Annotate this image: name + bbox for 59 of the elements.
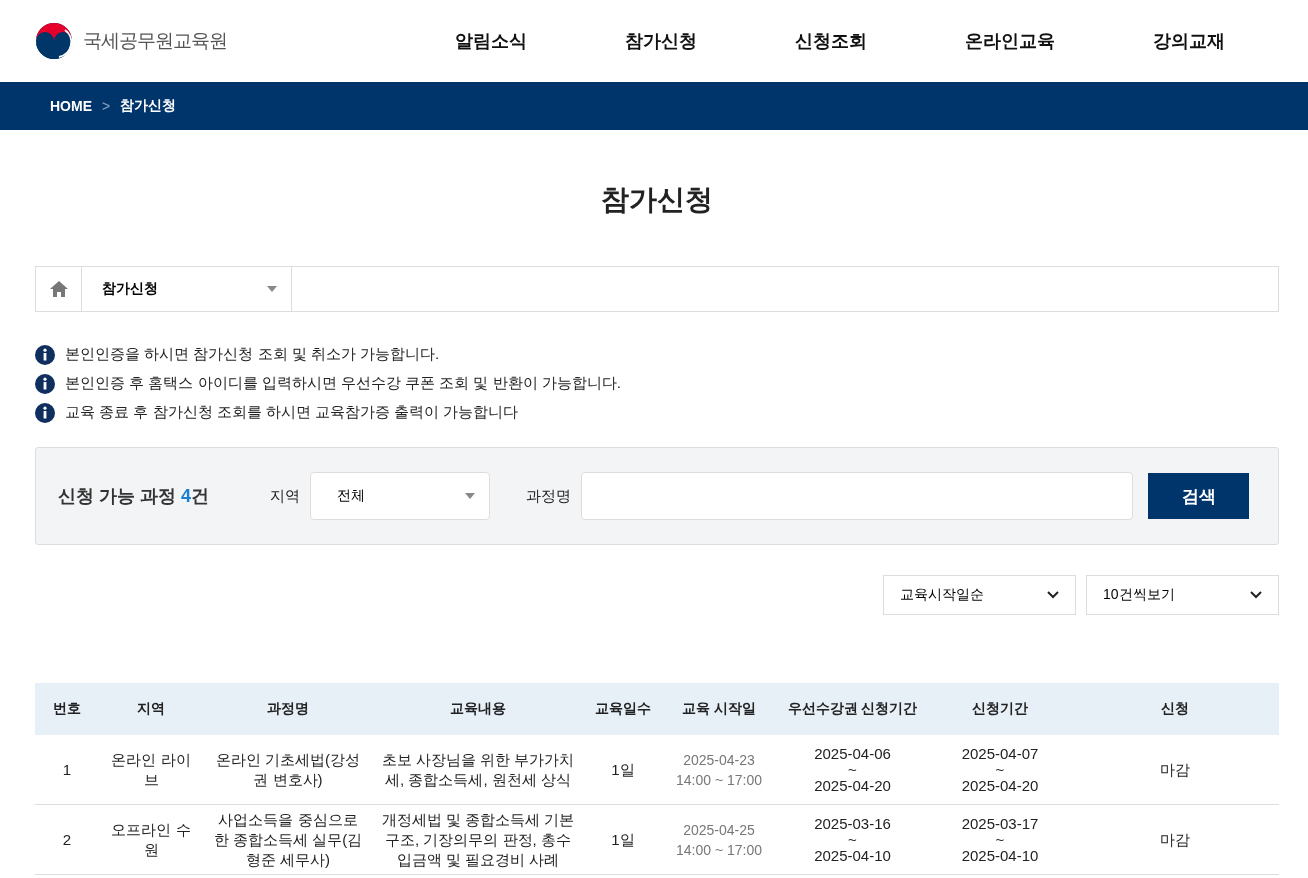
nav-link[interactable]: 신청조회 bbox=[795, 29, 867, 53]
page-size-select[interactable]: 10건씩보기 bbox=[1086, 575, 1279, 615]
column-header: 과정명 bbox=[203, 683, 373, 735]
column-header: 신청기간 bbox=[930, 683, 1070, 735]
logo-text[interactable]: 국세공무원교육원 bbox=[83, 28, 227, 54]
column-header: 교육내용 bbox=[373, 683, 583, 735]
breadcrumb-separator: > bbox=[102, 98, 111, 114]
course-count: 4 bbox=[181, 486, 192, 506]
info-icon bbox=[35, 402, 55, 423]
table-cell: 2 bbox=[35, 804, 99, 875]
chevron-down-icon bbox=[1250, 591, 1262, 599]
nav-link[interactable]: 참가신청 bbox=[625, 29, 697, 53]
table-cell: 2025-04-07 ~ 2025-04-20 bbox=[930, 735, 1070, 805]
home-icon bbox=[48, 280, 69, 298]
info-icon bbox=[35, 373, 55, 394]
table-cell: 1 bbox=[35, 735, 99, 805]
info-icon bbox=[35, 344, 55, 365]
table-cell: 2025-03-17 ~ 2025-04-10 bbox=[930, 804, 1070, 875]
region-label: 지역 bbox=[270, 486, 300, 506]
notice-text: 본인인증을 하시면 참가신청 조회 및 취소가 가능합니다. bbox=[65, 345, 440, 364]
nav-link[interactable]: 알림소식 bbox=[455, 29, 527, 53]
nav-link[interactable]: 강의교재 bbox=[1153, 29, 1225, 53]
table-cell: 1일 bbox=[583, 735, 663, 805]
table-cell: 온라인 라이브 bbox=[99, 735, 203, 805]
notice-text: 교육 종료 후 참가신청 조회를 하시면 교육참가증 출력이 가능합니다 bbox=[65, 403, 519, 422]
emblem-logo-icon bbox=[35, 22, 73, 60]
page-title: 참가신청 bbox=[600, 183, 714, 217]
column-header: 교육 시작일 bbox=[663, 683, 775, 735]
table-cell: 온라인 기초세법(강성권 변호사) bbox=[203, 735, 373, 805]
caret-icon bbox=[465, 493, 475, 499]
chevron-down-icon bbox=[1047, 591, 1059, 599]
region-select[interactable]: 전체 bbox=[310, 472, 490, 520]
course-name-label: 과정명 bbox=[526, 486, 571, 506]
table-cell: 2025-04-23 14:00 ~ 17:00 bbox=[663, 735, 775, 805]
table-cell: 2025-04-06 ~ 2025-04-20 bbox=[775, 735, 930, 805]
sort-order-select[interactable]: 교육시작일순 bbox=[883, 575, 1076, 615]
table-cell: 마감 bbox=[1070, 804, 1279, 875]
course-name-field[interactable] bbox=[581, 472, 1133, 520]
table-cell: 1일 bbox=[583, 804, 663, 875]
table-cell: 2025-03-16 ~ 2025-04-10 bbox=[775, 804, 930, 875]
column-header: 번호 bbox=[35, 683, 99, 735]
breadcrumb-current: 참가신청 bbox=[120, 97, 177, 115]
column-header: 교육일수 bbox=[583, 683, 663, 735]
search-button[interactable]: 검색 bbox=[1148, 473, 1249, 519]
nav-link[interactable]: 온라인교육 bbox=[965, 29, 1055, 53]
table-cell: 초보 사장님을 위한 부가가치세, 종합소득세, 원천세 상식 bbox=[373, 735, 583, 805]
table-cell: 마감 bbox=[1070, 735, 1279, 805]
table-cell: 개정세법 및 종합소득세 기본구조, 기장의무의 판정, 총수입금액 및 필요경비 사례 bbox=[373, 804, 583, 875]
table-cell: 2025-04-25 14:00 ~ 17:00 bbox=[663, 804, 775, 875]
course-count-unit: 건 bbox=[191, 486, 210, 506]
table-cell: 사업소득을 중심으로 한 종합소득세 실무(김형준 세무사) bbox=[203, 804, 373, 875]
notice-text: 본인인증 후 홈택스 아이디를 입력하시면 우선수강 쿠폰 조회 및 반환이 가능합니다. bbox=[65, 374, 621, 393]
column-header: 지역 bbox=[99, 683, 203, 735]
breadcrumb-home-link[interactable]: HOME bbox=[50, 98, 92, 114]
table-cell: 오프라인 수원 bbox=[99, 804, 203, 875]
column-header: 신청 bbox=[1070, 683, 1279, 735]
column-header: 우선수강권 신청기간 bbox=[775, 683, 930, 735]
course-count-label: 신청 가능 과정 bbox=[58, 486, 176, 506]
caret-icon bbox=[267, 286, 277, 292]
